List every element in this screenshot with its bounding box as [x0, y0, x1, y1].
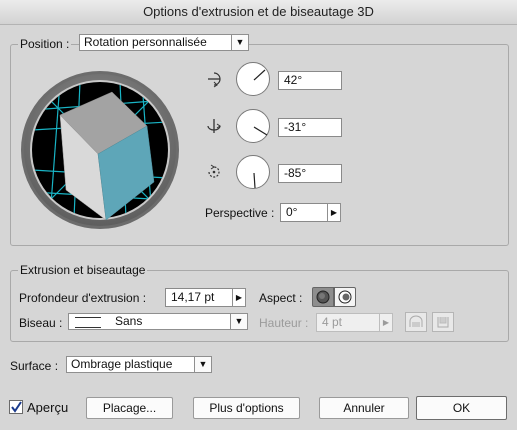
cap-off-icon — [338, 290, 352, 304]
y-axis-rotation-icon — [207, 119, 221, 133]
surface-value: Ombrage plastique — [71, 357, 173, 371]
height-slider-button[interactable]: ▶ — [379, 313, 393, 332]
z-rotation-field[interactable]: -85° — [278, 164, 342, 183]
surface-select[interactable]: Ombrage plastique ▼ — [66, 356, 212, 373]
bevel-in-button[interactable] — [432, 312, 454, 332]
cancel-button[interactable]: Annuler — [319, 397, 409, 419]
depth-label: Profondeur d'extrusion : — [19, 291, 147, 305]
z-rotation-dial[interactable] — [236, 155, 270, 189]
cap-on-button[interactable] — [312, 287, 334, 307]
more-options-button[interactable]: Plus d'options — [193, 397, 300, 419]
bevel-out-button[interactable] — [405, 312, 427, 332]
ok-button[interactable]: OK — [416, 396, 507, 420]
cap-off-button[interactable] — [334, 287, 356, 307]
aspect-label: Aspect : — [259, 291, 303, 305]
chevron-down-icon: ▼ — [230, 314, 247, 329]
y-rotation-field[interactable]: -31° — [278, 118, 342, 137]
bevel-swatch-icon — [75, 317, 101, 328]
rotation-cube-widget[interactable] — [20, 70, 180, 230]
perspective-slider-button[interactable]: ▶ — [327, 203, 341, 222]
window-title: Options d'extrusion et de biseautage 3D — [0, 0, 517, 25]
preview-label[interactable]: Aperçu — [27, 400, 68, 415]
perspective-field[interactable]: 0° — [280, 203, 328, 222]
chevron-down-icon: ▼ — [231, 35, 248, 50]
x-rotation-field[interactable]: 42° — [278, 71, 342, 90]
x-axis-rotation-icon — [208, 72, 221, 88]
height-label: Hauteur : — [259, 316, 309, 330]
bevel-select[interactable]: Sans ▼ — [68, 313, 248, 330]
perspective-label: Perspective : — [205, 206, 275, 220]
bevel-out-icon — [409, 315, 423, 327]
bevel-value: Sans — [115, 314, 143, 328]
placement-button[interactable]: Placage... — [86, 397, 173, 419]
bevel-label: Biseau : — [19, 316, 63, 330]
y-rotation-dial[interactable] — [236, 109, 270, 143]
position-preset-select[interactable]: Rotation personnalisée ▼ — [79, 34, 249, 51]
x-rotation-dial[interactable] — [236, 62, 270, 96]
chevron-down-icon: ▼ — [194, 357, 211, 372]
depth-field[interactable]: 14,17 pt — [165, 288, 233, 307]
cap-on-icon — [316, 290, 330, 304]
position-label: Position : — [18, 36, 72, 52]
extrusion-section-title: Extrusion et biseautage — [18, 262, 148, 278]
preview-checkbox[interactable] — [9, 400, 23, 414]
bevel-in-icon — [437, 317, 449, 328]
checkmark-icon — [11, 401, 22, 413]
depth-slider-button[interactable]: ▶ — [232, 288, 246, 307]
position-preset-value: Rotation personnalisée — [84, 35, 207, 49]
z-axis-rotation-icon — [208, 164, 220, 178]
height-field[interactable]: 4 pt — [316, 313, 380, 332]
surface-label: Surface : — [10, 359, 59, 373]
